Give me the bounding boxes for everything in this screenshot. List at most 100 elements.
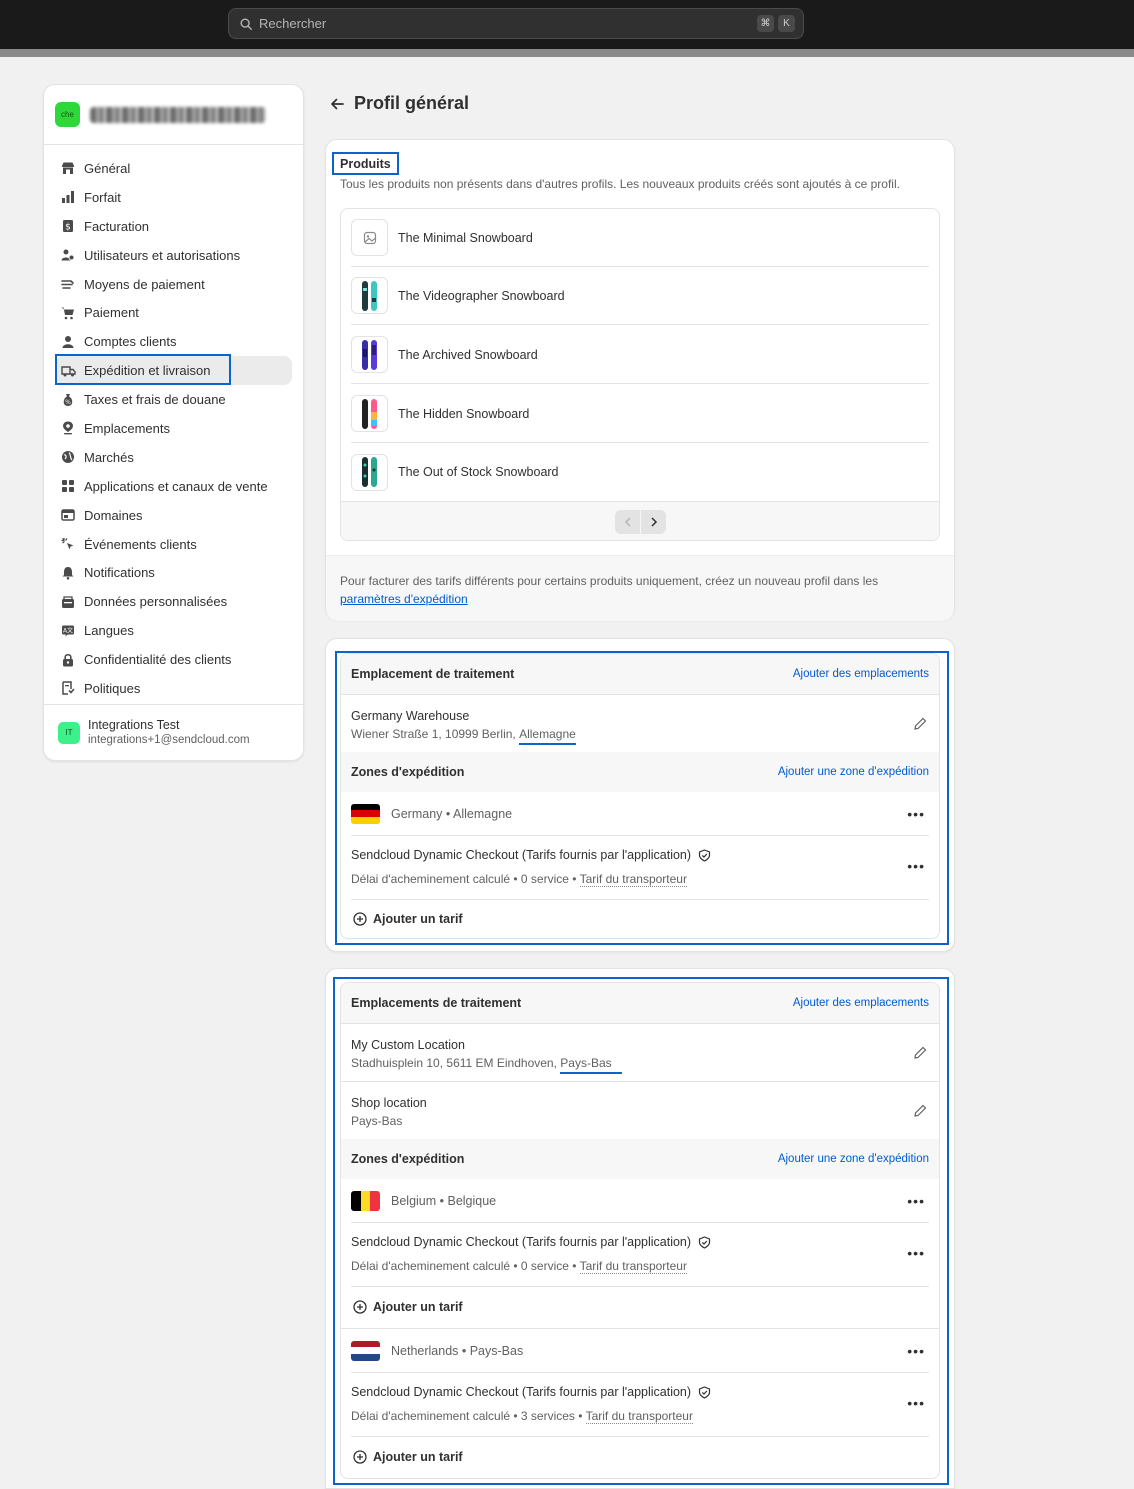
location-row: My Custom Location Stadhuisplein 10, 561… bbox=[341, 1023, 939, 1081]
user-profile[interactable]: IT Integrations Test integrations+1@send… bbox=[44, 704, 303, 760]
sidebar-item-payment-methods[interactable]: Moyens de paiement bbox=[44, 270, 292, 299]
previous-page-button[interactable] bbox=[615, 510, 640, 534]
settings-nav: Général Forfait $ Facturation Utilisateu… bbox=[44, 145, 303, 703]
plus-circle-icon bbox=[353, 1300, 367, 1314]
sidebar-item-plan[interactable]: Forfait bbox=[44, 183, 292, 212]
add-locations-link[interactable]: Ajouter des emplacements bbox=[793, 997, 929, 1009]
sidebar-item-label: Utilisateurs et autorisations bbox=[84, 247, 241, 263]
sidebar-item-checkout[interactable]: Paiement bbox=[44, 298, 292, 327]
add-rate-button[interactable]: Ajouter un tarif bbox=[353, 900, 463, 938]
shipping-zone-row: Netherlands • Pays-Bas ••• bbox=[351, 1329, 929, 1373]
fulfillment-group: Emplacement de traitement Ajouter des em… bbox=[340, 653, 940, 939]
zone-name: Netherlands • Pays-Bas bbox=[391, 1343, 524, 1358]
person-icon bbox=[60, 334, 76, 350]
product-row[interactable]: The Minimal Snowboard bbox=[351, 209, 929, 267]
sidebar-item-custom-data[interactable]: Données personnalisées bbox=[44, 587, 292, 616]
add-zone-link[interactable]: Ajouter une zone d'expédition bbox=[778, 1153, 929, 1165]
location-country: Allemagne bbox=[519, 725, 576, 745]
add-rate-label: Ajouter un tarif bbox=[373, 1450, 463, 1464]
product-row[interactable]: The Archived Snowboard bbox=[351, 326, 929, 384]
sidebar-item-domains[interactable]: Domaines bbox=[44, 501, 292, 530]
sidebar-item-policies[interactable]: Politiques bbox=[44, 674, 292, 703]
locations-header: Emplacements de traitement Ajouter des e… bbox=[341, 983, 939, 1023]
shipping-settings-link[interactable]: paramètres d'expédition bbox=[340, 592, 468, 606]
more-actions-icon[interactable]: ••• bbox=[907, 1395, 925, 1411]
sidebar-item-label: Politiques bbox=[84, 680, 141, 696]
cart-icon bbox=[60, 305, 76, 321]
truck-icon bbox=[60, 363, 76, 379]
add-rate-button[interactable]: Ajouter un tarif bbox=[353, 1438, 463, 1476]
product-row[interactable]: The Out of Stock Snowboard bbox=[351, 443, 929, 501]
sidebar-item-languages[interactable]: A文 Langues bbox=[44, 616, 292, 645]
top-bar: Rechercher ⌘ K bbox=[0, 0, 1134, 49]
store-name-redacted bbox=[90, 106, 266, 123]
edit-pencil-icon[interactable] bbox=[914, 1104, 927, 1117]
product-row[interactable]: The Hidden Snowboard bbox=[351, 385, 929, 443]
sidebar-item-billing[interactable]: $ Facturation bbox=[44, 212, 292, 241]
location-country: Pays-Bas bbox=[560, 1054, 623, 1074]
shipping-rate-row: Sendcloud Dynamic Checkout (Tarifs fourn… bbox=[351, 1373, 929, 1437]
add-rate-button[interactable]: Ajouter un tarif bbox=[353, 1288, 463, 1326]
sidebar-item-label: Paiement bbox=[84, 305, 139, 321]
belgium-flag-icon bbox=[351, 1190, 380, 1211]
sidebar-item-customer-accounts[interactable]: Comptes clients bbox=[44, 327, 292, 356]
sidebar-item-apps[interactable]: Applications et canaux de vente bbox=[44, 472, 292, 501]
sidebar-item-markets[interactable]: Marchés bbox=[44, 443, 292, 472]
locations-title: Emplacements de traitement bbox=[351, 996, 522, 1010]
sidebar-item-customer-events[interactable]: Événements clients bbox=[44, 530, 292, 559]
locations-title: Emplacement de traitement bbox=[351, 667, 515, 681]
add-rate-label: Ajouter un tarif bbox=[373, 912, 463, 926]
search-bar[interactable]: Rechercher ⌘ K bbox=[228, 8, 804, 39]
more-actions-icon[interactable]: ••• bbox=[907, 858, 925, 874]
address-text: Wiener Straße 1, 10999 Berlin, bbox=[351, 727, 516, 741]
sidebar-item-label: Expédition et livraison bbox=[84, 363, 211, 379]
rate-details: Délai d'acheminement calculé • 3 service… bbox=[351, 1409, 693, 1424]
more-actions-icon[interactable]: ••• bbox=[907, 1343, 925, 1359]
products-footer: Pour facturer des tarifs différents pour… bbox=[326, 555, 954, 621]
users-icon bbox=[60, 247, 76, 263]
user-avatar: IT bbox=[58, 721, 80, 744]
store-avatar: che bbox=[55, 102, 80, 127]
rate-title-row: Sendcloud Dynamic Checkout (Tarifs fourn… bbox=[351, 1235, 711, 1249]
sidebar-item-shipping[interactable]: Expédition et livraison bbox=[55, 354, 292, 386]
next-page-button[interactable] bbox=[641, 510, 666, 534]
search-icon bbox=[240, 17, 252, 30]
location-name: Germany Warehouse bbox=[351, 709, 470, 723]
add-locations-link[interactable]: Ajouter des emplacements bbox=[793, 668, 929, 680]
product-row[interactable]: The Videographer Snowboard bbox=[351, 267, 929, 325]
payment-icon bbox=[60, 276, 76, 292]
product-name: The Hidden Snowboard bbox=[398, 406, 530, 421]
sidebar-item-label: Confidentialité des clients bbox=[84, 652, 232, 668]
snowboard-thumbnail bbox=[351, 395, 388, 432]
add-zone-link[interactable]: Ajouter une zone d'expédition bbox=[778, 766, 929, 778]
product-name: The Videographer Snowboard bbox=[398, 288, 565, 303]
verified-shield-icon bbox=[698, 1235, 711, 1249]
sidebar-item-general[interactable]: Général bbox=[44, 154, 292, 183]
sidebar-item-label: Langues bbox=[84, 623, 134, 639]
product-name: The Archived Snowboard bbox=[398, 347, 538, 362]
location-name: My Custom Location bbox=[351, 1038, 465, 1052]
edit-pencil-icon[interactable] bbox=[914, 717, 927, 730]
sidebar-item-taxes[interactable]: % Taxes et frais de douane bbox=[44, 385, 292, 414]
fulfillment-group: Emplacements de traitement Ajouter des e… bbox=[340, 982, 940, 1479]
sidebar-item-users[interactable]: Utilisateurs et autorisations bbox=[44, 241, 292, 270]
back-arrow-icon[interactable] bbox=[330, 97, 344, 111]
rate-details-text: Délai d'acheminement calculé • 0 service… bbox=[351, 1259, 577, 1273]
command-key: ⌘ bbox=[757, 15, 774, 32]
rate-details: Délai d'acheminement calculé • 0 service… bbox=[351, 1259, 687, 1274]
locations-header: Emplacement de traitement Ajouter des em… bbox=[341, 654, 939, 694]
sidebar-item-privacy[interactable]: Confidentialité des clients bbox=[44, 645, 292, 674]
plus-circle-icon bbox=[353, 912, 367, 926]
sidebar-item-notifications[interactable]: Notifications bbox=[44, 558, 292, 587]
more-actions-icon[interactable]: ••• bbox=[907, 1193, 925, 1209]
germany-flag-icon bbox=[351, 803, 380, 824]
top-bar-divider bbox=[0, 49, 1134, 57]
edit-pencil-icon[interactable] bbox=[914, 1046, 927, 1059]
products-description: Tous les produits non présents dans d'au… bbox=[340, 177, 900, 191]
store-header[interactable]: che bbox=[44, 85, 303, 145]
more-actions-icon[interactable]: ••• bbox=[907, 1245, 925, 1261]
rate-title-row: Sendcloud Dynamic Checkout (Tarifs fourn… bbox=[351, 1385, 711, 1399]
more-actions-icon[interactable]: ••• bbox=[907, 806, 925, 822]
page-header: Profil général bbox=[330, 93, 469, 114]
sidebar-item-locations[interactable]: Emplacements bbox=[44, 414, 292, 443]
